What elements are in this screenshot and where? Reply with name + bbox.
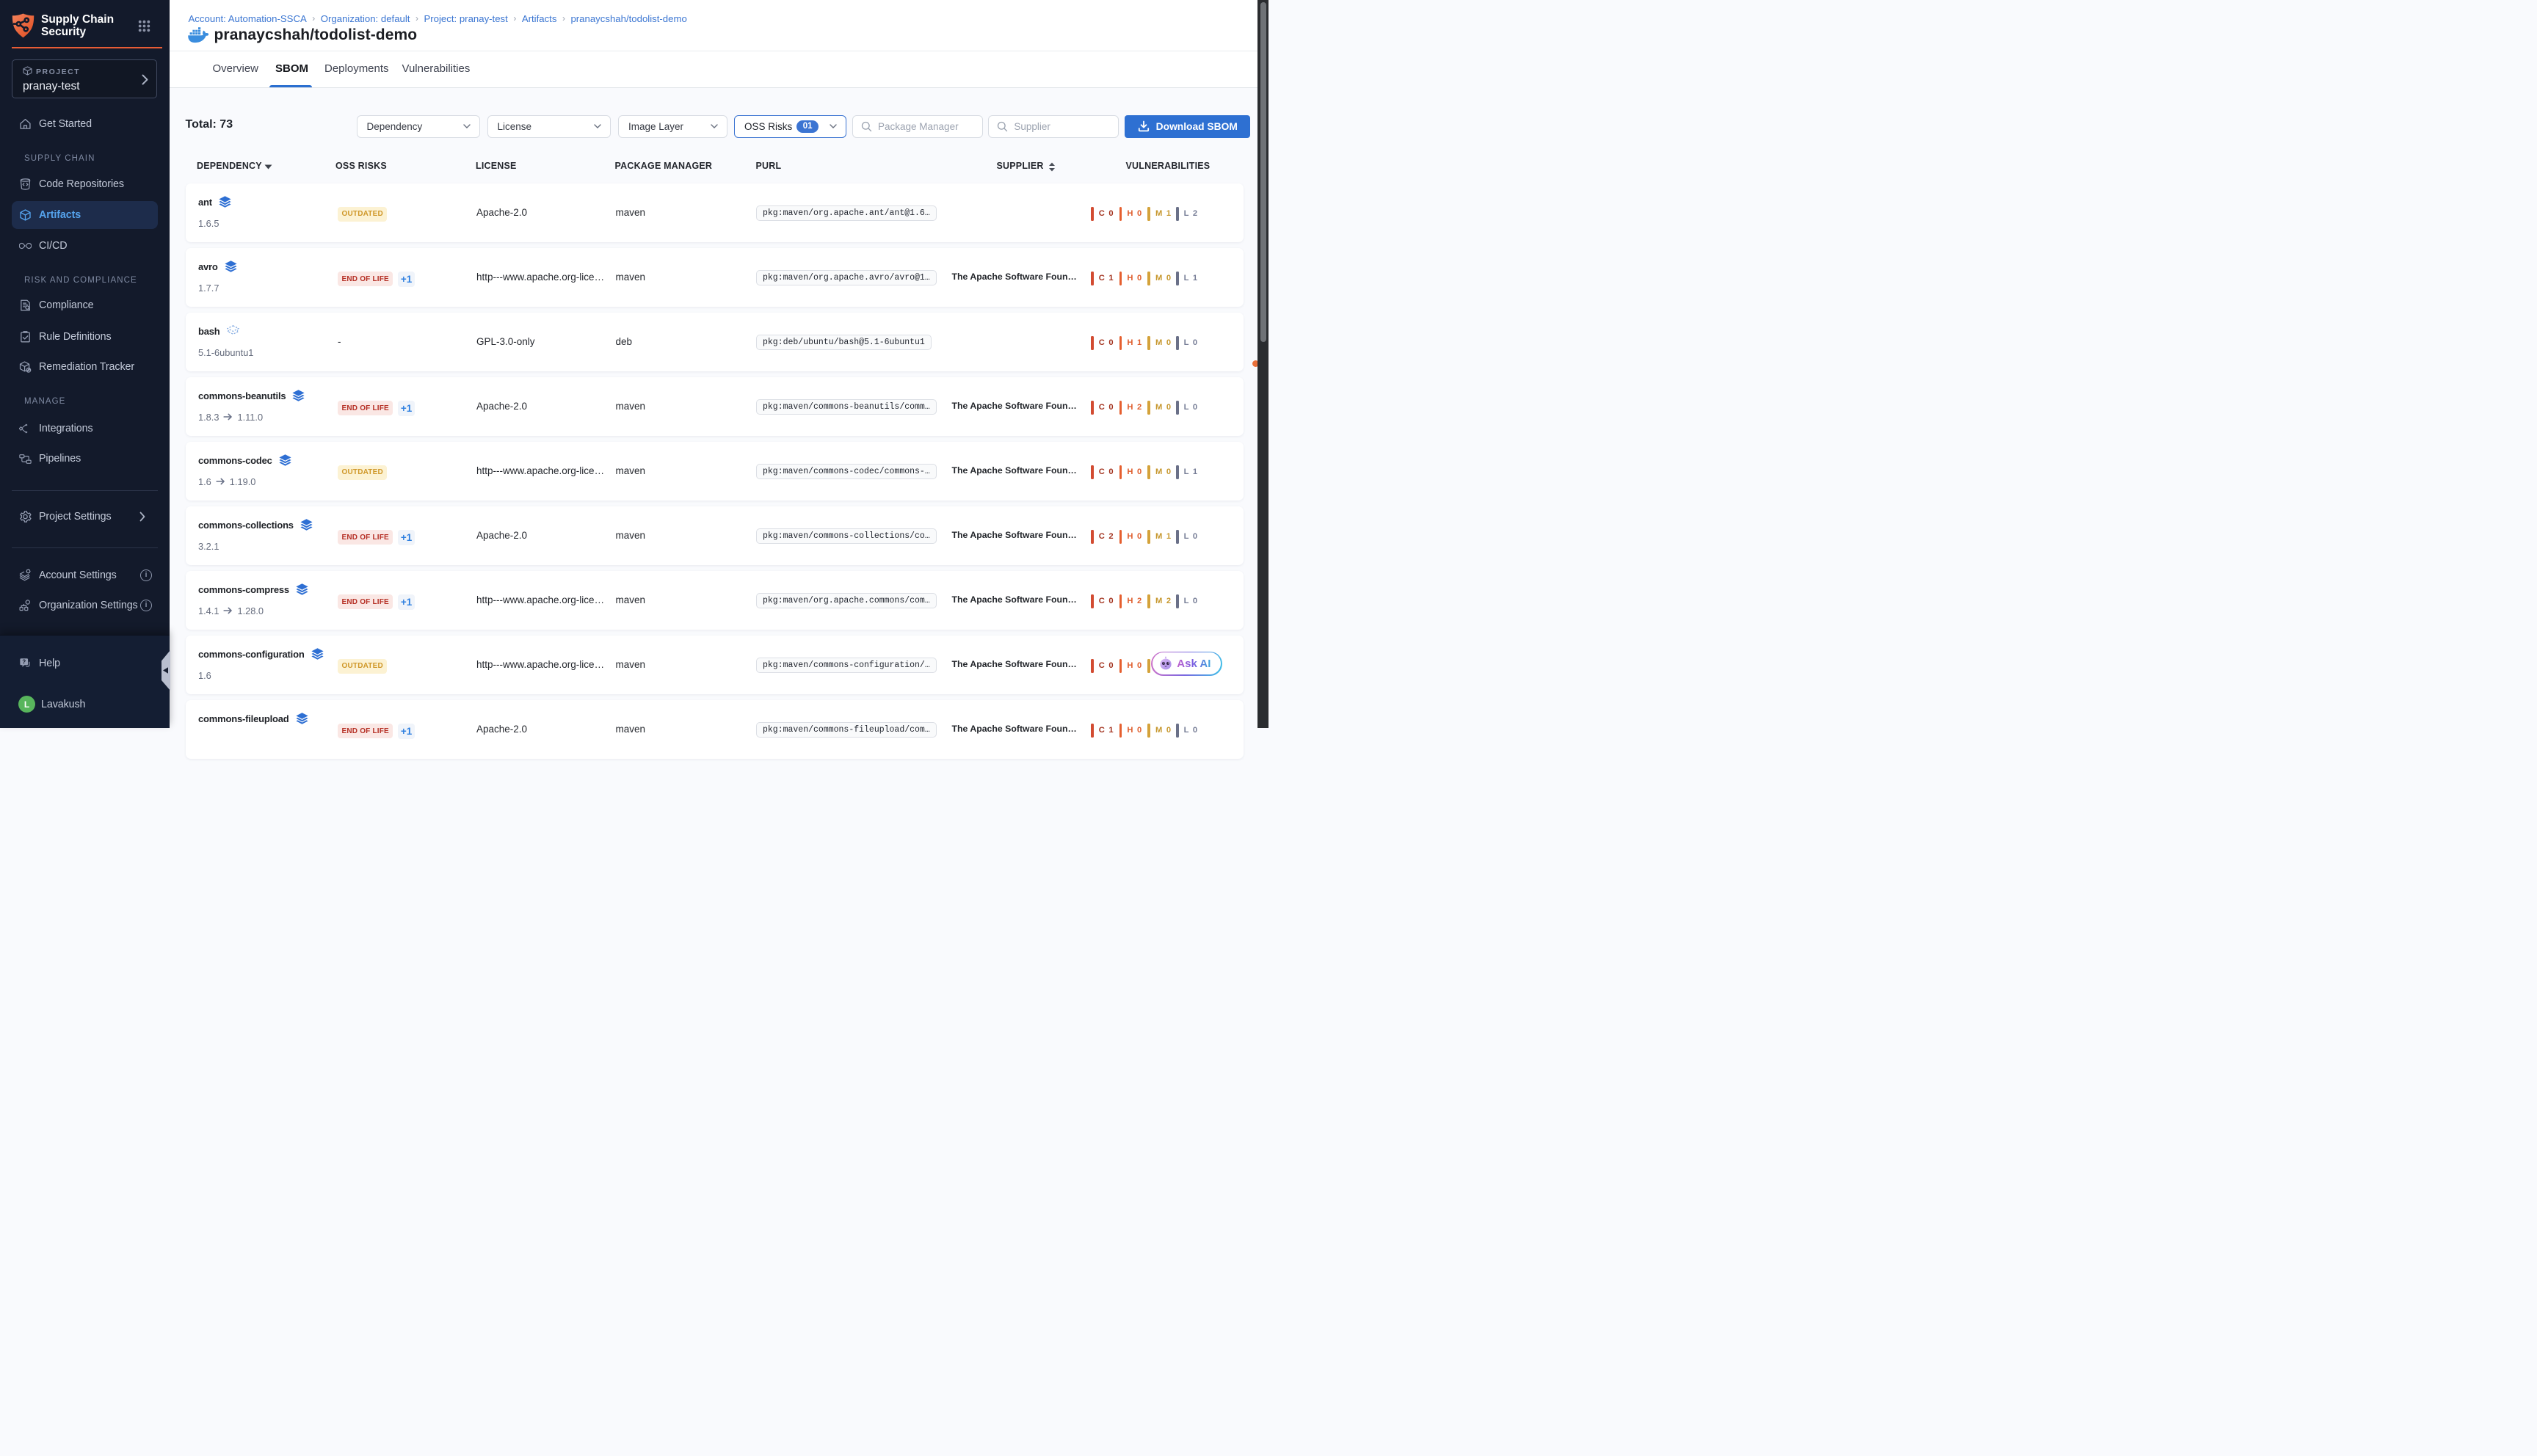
svg-text:?: ? (22, 658, 26, 665)
